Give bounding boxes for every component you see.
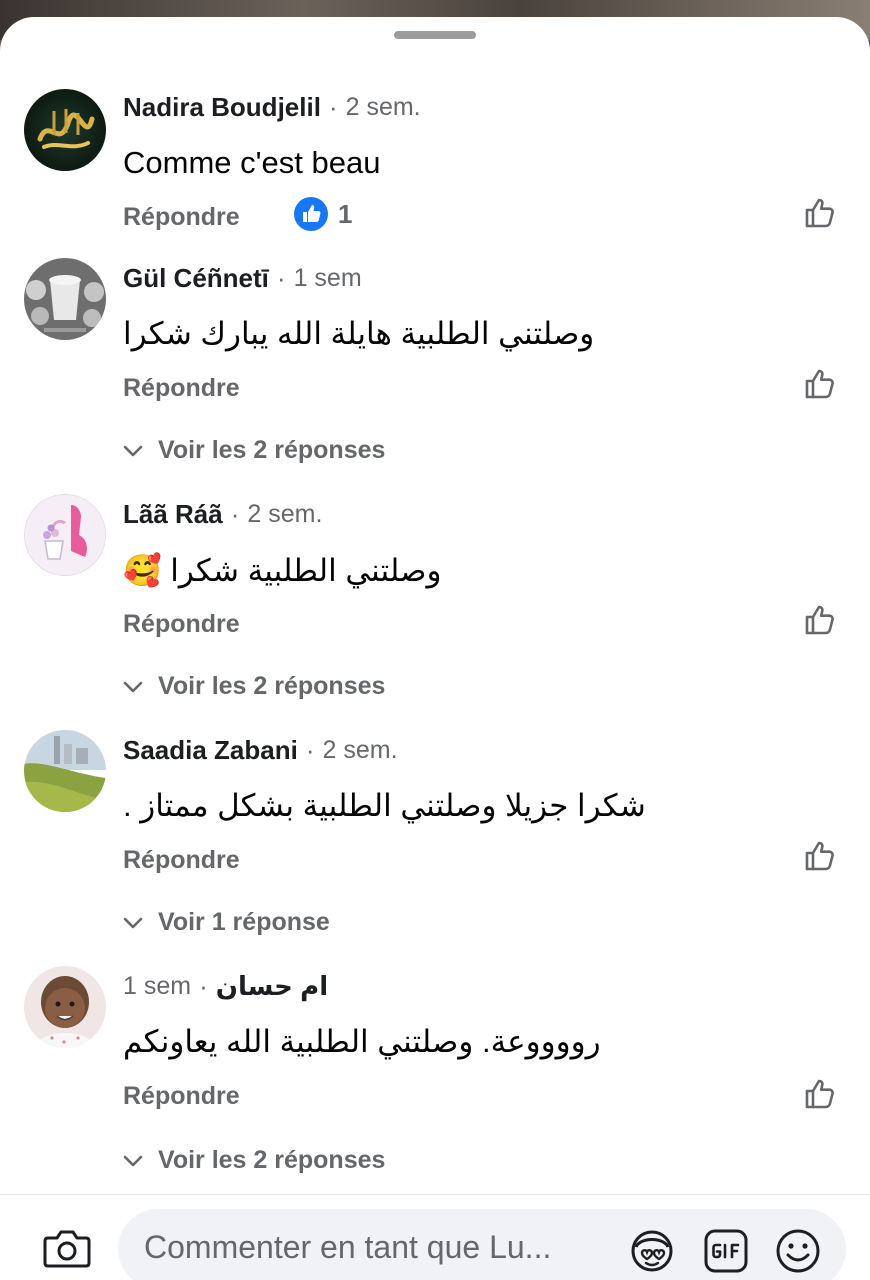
view-replies-label: Voir 1 réponse: [158, 908, 330, 936]
comment-composer-bar: Commenter en tant que Lu...: [0, 1194, 870, 1280]
comment-text: رووووعة. وصلتني الطلبية الله يعاونكم: [123, 1024, 601, 1059]
like-icon[interactable]: [804, 1077, 838, 1111]
comment-input[interactable]: Commenter en tant que Lu...: [118, 1209, 846, 1280]
view-replies-label: Voir les 2 réponses: [158, 672, 386, 700]
avatar[interactable]: [24, 258, 106, 340]
reaction-count: 1: [338, 198, 353, 229]
camera-icon[interactable]: [42, 1226, 92, 1270]
comment-text: وصلتني الطلبية هايلة الله يبارك شكرا: [123, 316, 595, 351]
comment-author[interactable]: Gül Céñnetī: [123, 263, 269, 294]
comment-time: 2 sem.: [345, 92, 421, 121]
reply-button[interactable]: Répondre: [123, 610, 240, 639]
reply-button[interactable]: Répondre: [123, 374, 240, 403]
comment-text: Comme c'est beau: [123, 145, 381, 180]
avatar[interactable]: [24, 966, 106, 1048]
view-replies-label: Voir les 2 réponses: [158, 436, 386, 464]
view-replies-button[interactable]: Voir les 2 réponses: [122, 672, 385, 701]
view-replies-button[interactable]: Voir les 2 réponses: [122, 1146, 385, 1175]
like-icon[interactable]: [804, 196, 838, 230]
comment-text: شكرا جزيلا وصلتني الطلبية بشكل ممتاز .: [123, 788, 646, 823]
avatar[interactable]: [24, 730, 106, 812]
comment-time: 2 sem.: [322, 735, 398, 764]
view-replies-button[interactable]: Voir les 2 réponses: [122, 436, 385, 465]
comment-author[interactable]: Saadia Zabani: [123, 735, 298, 766]
like-icon[interactable]: [804, 839, 838, 873]
reply-button[interactable]: Répondre: [123, 1082, 240, 1111]
like-icon[interactable]: [804, 603, 838, 637]
chevron-down-icon: [123, 445, 143, 456]
chevron-down-icon: [123, 1155, 143, 1166]
comment-input-placeholder: Commenter en tant que Lu...: [144, 1229, 552, 1265]
reaction-summary[interactable]: 1: [294, 197, 352, 231]
chevron-down-icon: [123, 917, 143, 928]
avatar-sticker-icon[interactable]: [628, 1227, 676, 1275]
reply-button[interactable]: Répondre: [123, 846, 240, 875]
reply-button[interactable]: Répondre: [123, 203, 240, 232]
chevron-down-icon: [123, 681, 143, 692]
comment-author[interactable]: Nadira Boudjelil: [123, 92, 321, 123]
like-reaction-icon: [294, 197, 328, 231]
comment-time: 2 sem.: [247, 499, 323, 528]
comment-author[interactable]: Lãã Ráã: [123, 499, 223, 530]
comment-author[interactable]: ام حسان: [216, 971, 328, 1002]
emoji-icon[interactable]: [774, 1227, 822, 1275]
comment-time: 1 sem: [293, 263, 362, 292]
comment-text: وصلتني الطلبية شكرا 🥰: [123, 553, 442, 588]
avatar[interactable]: [24, 494, 106, 576]
sheet-grabber-handle[interactable]: [394, 31, 476, 39]
comment-time: 1 sem: [123, 971, 192, 1000]
view-replies-button[interactable]: Voir 1 réponse: [122, 908, 330, 937]
like-icon[interactable]: [804, 367, 838, 401]
view-replies-label: Voir les 2 réponses: [158, 1146, 386, 1174]
gif-icon[interactable]: [702, 1227, 750, 1275]
comments-sheet: Nadira Boudjelil · 2 sem. Comme c'est be…: [0, 17, 870, 1280]
avatar[interactable]: [24, 89, 106, 171]
